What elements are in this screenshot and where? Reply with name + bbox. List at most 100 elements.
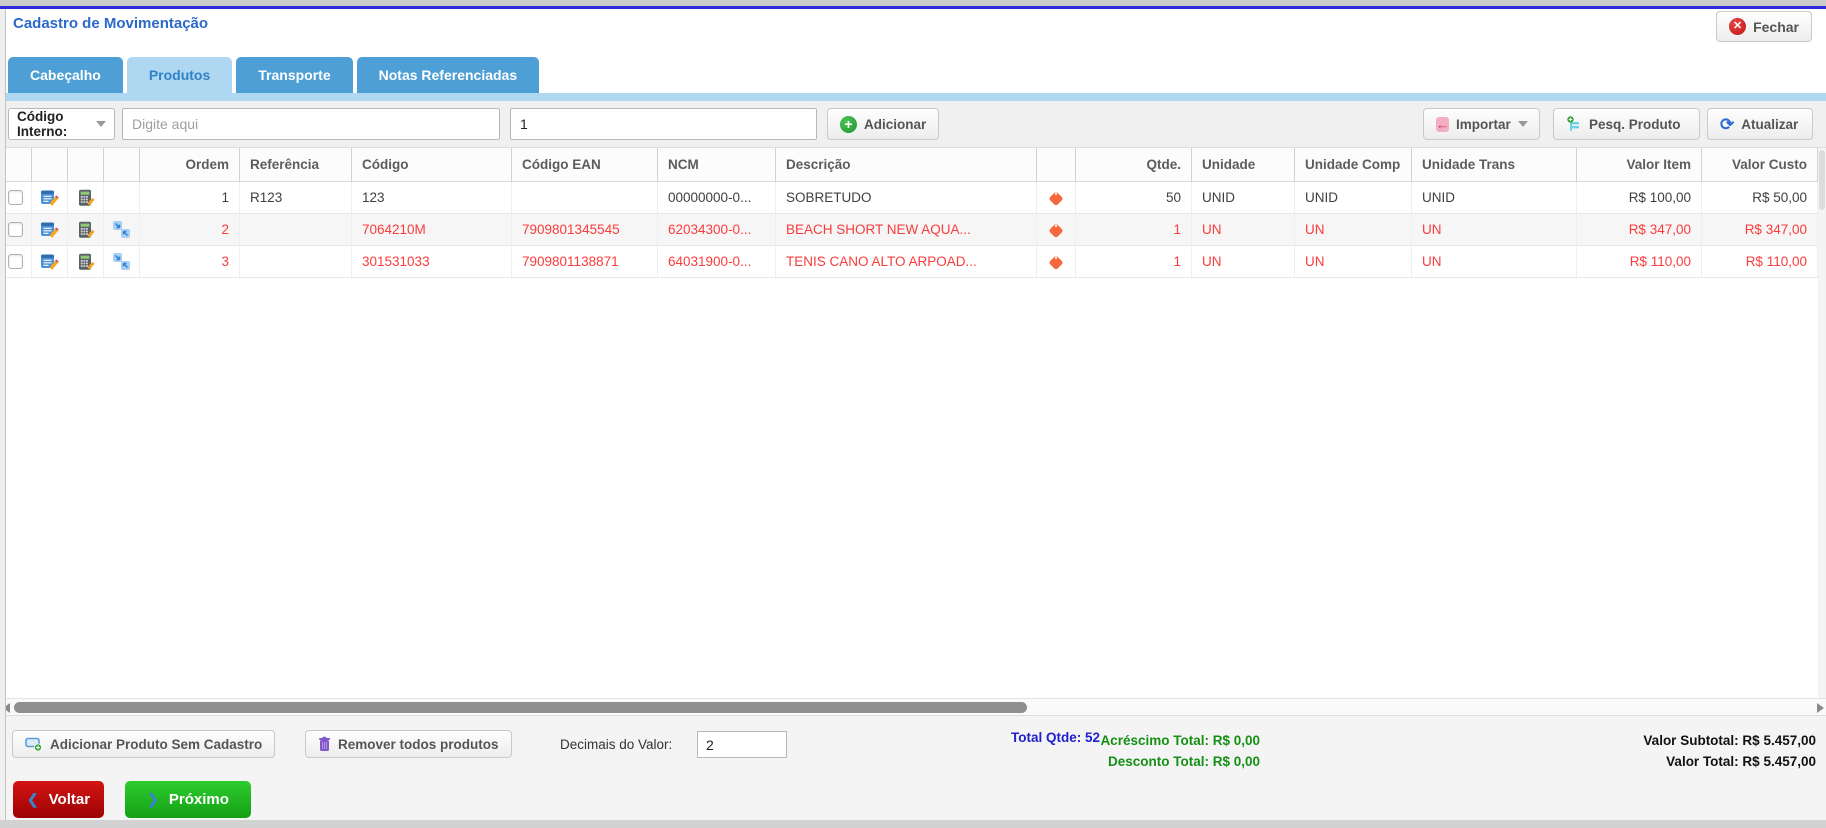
cell-unidade: UN: [1192, 214, 1295, 245]
row-checkbox[interactable]: [8, 222, 23, 237]
discount-total: Desconto Total: R$ 0,00: [1107, 754, 1260, 769]
vertical-scrollbar[interactable]: [1818, 148, 1826, 698]
window-left-edge: [0, 9, 6, 820]
subtotal-value: Valor Subtotal: R$ 5.457,00: [1643, 733, 1816, 748]
column-header-unidade[interactable]: Unidade: [1192, 148, 1295, 181]
column-header-ean[interactable]: Código EAN: [512, 148, 658, 181]
cell-codigo: 123: [352, 182, 512, 213]
cell-qtde: 1: [1076, 246, 1192, 277]
calculator-icon[interactable]: [77, 189, 95, 207]
horizontal-scrollbar[interactable]: [0, 698, 1826, 715]
chevron-left-icon: ❮: [26, 791, 39, 807]
tab-transporte[interactable]: Transporte: [236, 57, 353, 93]
tag-icon: [1049, 191, 1063, 205]
horizontal-scrollbar-thumb[interactable]: [14, 702, 1027, 713]
column-header-referencia[interactable]: Referência: [240, 148, 352, 181]
add-unregistered-product-button[interactable]: Adicionar Produto Sem Cadastro: [12, 730, 276, 758]
column-header-empty: [1037, 148, 1076, 181]
column-header-descricao[interactable]: Descrição: [776, 148, 1037, 181]
close-button-label: Fechar: [1753, 18, 1799, 35]
next-label: Próximo: [168, 791, 229, 808]
quantity-input[interactable]: [510, 108, 817, 140]
column-header-unidade_comp[interactable]: Unidade Comp: [1295, 148, 1412, 181]
table-row[interactable]: 1 R123 123 00000000-0... SOBRETUDO 50 UNID UNID…: [0, 182, 1818, 214]
chevron-down-icon: [1517, 121, 1528, 127]
calculator-icon[interactable]: [77, 221, 95, 239]
column-header-qtde[interactable]: Qtde.: [1076, 148, 1192, 181]
remove-all-products-button[interactable]: Remover todos produtos: [305, 730, 512, 758]
scroll-right-arrow-icon[interactable]: [1817, 703, 1824, 713]
column-header-valor_custo[interactable]: Valor Custo: [1702, 148, 1818, 181]
product-table: 1 R123 123 00000000-0... SOBRETUDO 50 UNID UNID…: [0, 182, 1818, 278]
vertical-scrollbar-thumb[interactable]: [1819, 150, 1825, 210]
cell-valor_custo: R$ 347,00: [1702, 214, 1818, 245]
active-tab-strip: [0, 93, 1826, 101]
cell-unidade_comp: UN: [1295, 214, 1412, 245]
cell-ncm: 62034300-0...: [658, 214, 776, 245]
cell-referencia: [240, 214, 352, 245]
search-product-label: Pesq. Produto: [1589, 116, 1681, 132]
chevron-right-icon: ❯: [147, 791, 159, 807]
tab-notas-referenciadas[interactable]: Notas Referenciadas: [356, 57, 540, 93]
search-field-select[interactable]: Código Interno:: [8, 108, 115, 140]
edit-item-icon[interactable]: [40, 253, 59, 271]
addition-discount-totals: Acréscimo Total: R$ 0,00 Desconto Total:…: [1055, 730, 1260, 772]
table-row[interactable]: 3 301531033 7909801138871 64031900-0... TENI…: [0, 246, 1818, 278]
add-unregistered-icon: [25, 736, 43, 752]
row-checkbox[interactable]: [8, 254, 23, 269]
merge-arrows-icon[interactable]: [112, 252, 131, 271]
column-header-ncm[interactable]: NCM: [658, 148, 776, 181]
cell-codigo: 7064210M: [352, 214, 512, 245]
back-button[interactable]: ❮ Voltar: [13, 781, 104, 818]
tab-bar: Cabeçalho Produtos Transporte Notas Referen…: [8, 57, 540, 93]
refresh-button[interactable]: ⟳ Atualizar: [1707, 108, 1813, 140]
search-product-button[interactable]: Pesq. Produto: [1553, 108, 1700, 140]
column-header-unidade_trans[interactable]: Unidade Trans: [1412, 148, 1577, 181]
tag-icon: [1049, 223, 1063, 237]
cell-qtde: 1: [1076, 214, 1192, 245]
tab-produtos[interactable]: Produtos: [126, 57, 233, 93]
page-title: Cadastro de Movimentação: [13, 15, 209, 32]
close-button[interactable]: ✕ Fechar: [1716, 11, 1812, 42]
cell-ean: 7909801345545: [512, 214, 658, 245]
close-icon: ✕: [1729, 18, 1747, 35]
import-arrow-icon: ←: [1436, 116, 1449, 132]
product-search-input[interactable]: [122, 108, 500, 140]
value-totals: Valor Subtotal: R$ 5.457,00 Valor Total:…: [1643, 730, 1816, 772]
chevron-down-icon: [96, 121, 106, 127]
refresh-icon: ⟳: [1720, 114, 1735, 134]
trash-icon: [318, 736, 331, 752]
edit-item-icon[interactable]: [40, 221, 59, 239]
tab-cabe-alho[interactable]: Cabeçalho: [8, 57, 123, 93]
decimals-input[interactable]: [697, 731, 787, 758]
product-list-icon: [1566, 115, 1582, 133]
cell-unidade: UN: [1192, 246, 1295, 277]
cell-unidade: UNID: [1192, 182, 1295, 213]
cell-unidade_comp: UNID: [1295, 182, 1412, 213]
table-row[interactable]: 2 7064210M 7909801345545 62034300-0... BEACH…: [0, 214, 1818, 246]
addition-total: Acréscimo Total: R$ 0,00: [1100, 733, 1260, 748]
merge-arrows-icon[interactable]: [112, 220, 131, 239]
row-checkbox[interactable]: [8, 190, 23, 205]
window-accent-line: [0, 6, 1826, 9]
cell-ean: 7909801138871: [512, 246, 658, 277]
column-header-ordem[interactable]: Ordem: [140, 148, 240, 181]
next-button[interactable]: ❯ Próximo: [125, 781, 251, 818]
cell-referencia: R123: [240, 182, 352, 213]
cell-codigo: 301531033: [352, 246, 512, 277]
column-header-valor_item[interactable]: Valor Item: [1577, 148, 1702, 181]
calculator-icon[interactable]: [77, 253, 95, 271]
import-button[interactable]: ← Importar: [1423, 108, 1540, 140]
cell-referencia: [240, 246, 352, 277]
cell-ean: [512, 182, 658, 213]
column-header-codigo[interactable]: Código: [352, 148, 512, 181]
plus-icon: +: [840, 115, 857, 133]
edit-item-icon[interactable]: [40, 189, 59, 207]
add-product-button[interactable]: + Adicionar: [827, 108, 940, 140]
window-bottom-edge: [0, 820, 1826, 828]
cell-ordem: 3: [140, 246, 240, 277]
cell-descricao: BEACH SHORT NEW AQUA...: [776, 214, 1037, 245]
cell-unidade_trans: UN: [1412, 214, 1577, 245]
cell-valor_item: R$ 347,00: [1577, 214, 1702, 245]
cell-valor_custo: R$ 110,00: [1702, 246, 1818, 277]
